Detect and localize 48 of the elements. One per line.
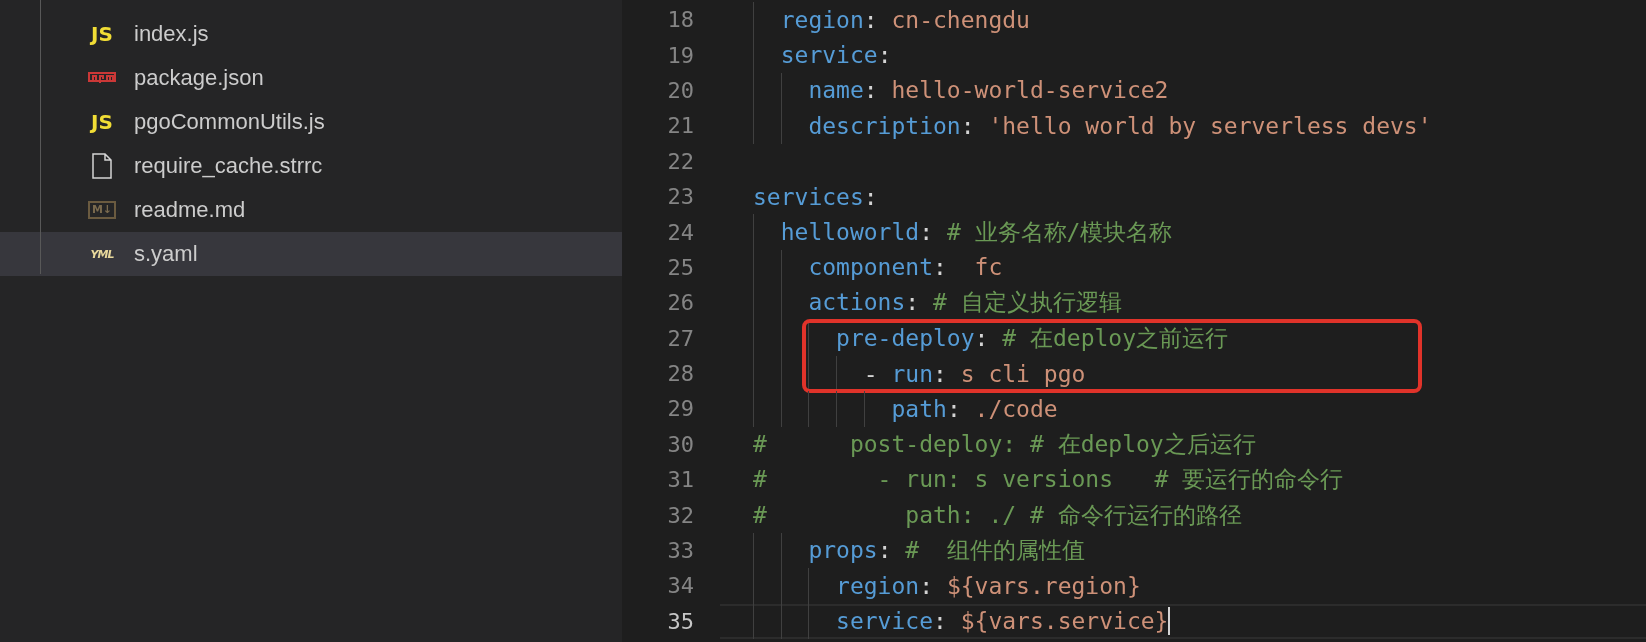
yaml-icon: YML bbox=[90, 247, 114, 261]
code-line: props: # 组件的属性值 bbox=[807, 536, 1085, 566]
code-line: service: ${vars.service} bbox=[835, 608, 1169, 635]
npm-icon bbox=[88, 72, 116, 84]
code-line: path: ./code bbox=[890, 396, 1058, 422]
file-item[interactable]: require_cache.strrc bbox=[0, 144, 622, 188]
line-number: 18 bbox=[666, 7, 694, 33]
file-icon bbox=[92, 153, 112, 179]
code-line: region: ${vars.region} bbox=[835, 572, 1141, 599]
code-line: # - run: s versions # 要运行的命令行 bbox=[753, 465, 1344, 495]
line-number: 33 bbox=[666, 538, 694, 564]
code-line: name: hello-world-service2 bbox=[807, 77, 1169, 104]
line-number: 22 bbox=[666, 148, 694, 174]
code-line: services: bbox=[753, 183, 878, 210]
file-item[interactable]: JS pgoCommonUtils.js bbox=[0, 100, 622, 144]
code-line: pre-deploy: # 在deploy之前运行 bbox=[835, 323, 1229, 353]
markdown-icon: M↓ bbox=[87, 201, 117, 219]
line-number: 24 bbox=[666, 219, 694, 245]
code-line: # path: ./ # 命令行运行的路径 bbox=[753, 500, 1242, 530]
line-number: 34 bbox=[666, 573, 694, 599]
file-item[interactable]: JS index.js bbox=[0, 12, 622, 56]
line-number: 32 bbox=[666, 502, 694, 528]
text-cursor bbox=[1168, 607, 1171, 636]
code-line: service: bbox=[779, 42, 892, 69]
code-line: actions: # 自定义执行逻辑 bbox=[807, 288, 1122, 318]
line-number: 35 bbox=[666, 608, 694, 634]
line-number: 21 bbox=[666, 113, 694, 139]
code-line: helloworld: # 业务名称/模块名称 bbox=[779, 217, 1173, 247]
file-item[interactable]: package.json bbox=[0, 56, 622, 100]
line-number: 25 bbox=[666, 254, 694, 280]
line-number: 23 bbox=[666, 184, 694, 210]
line-number: 27 bbox=[666, 325, 694, 351]
code-line: # post-deploy: # 在deploy之后运行 bbox=[753, 429, 1256, 459]
line-number: 29 bbox=[666, 396, 694, 422]
code-line: description: 'hello world by serverless devs' bbox=[807, 112, 1432, 139]
line-number: 19 bbox=[666, 42, 694, 68]
line-number: 26 bbox=[666, 290, 694, 316]
js-icon: JS bbox=[91, 110, 113, 134]
file-item[interactable]: YML s.yaml bbox=[0, 232, 622, 276]
js-icon: JS bbox=[91, 22, 113, 46]
code-line: - run: s cli pgo bbox=[862, 360, 1086, 387]
code-line: region: cn-chengdu bbox=[779, 6, 1030, 33]
code-line: component: fc bbox=[807, 254, 1003, 281]
file-item[interactable]: M↓ readme.md bbox=[0, 188, 622, 232]
line-number: 31 bbox=[666, 467, 694, 493]
line-number: 30 bbox=[666, 431, 694, 457]
line-number: 20 bbox=[666, 77, 694, 103]
line-number: 28 bbox=[666, 361, 694, 387]
